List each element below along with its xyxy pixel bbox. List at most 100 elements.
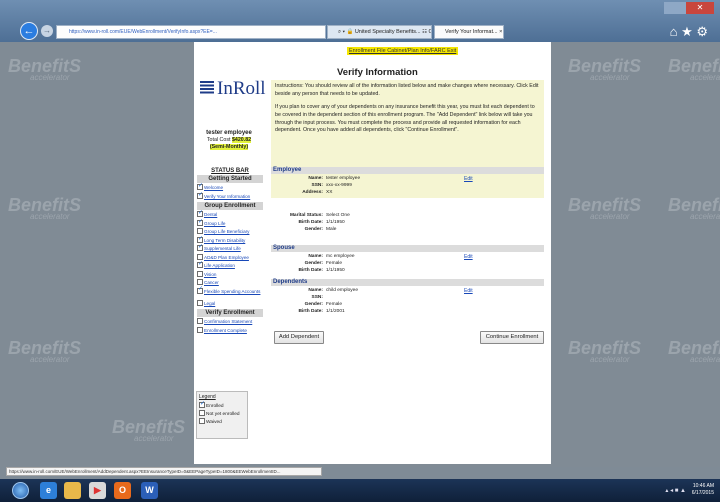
edit-dependent-link[interactable]: Edit bbox=[464, 288, 473, 294]
legend-box: Legend Enrolled Not yet enrolled Waived bbox=[196, 391, 248, 439]
checkbox-empty-icon bbox=[197, 299, 203, 306]
status-sidebar: STATUS BAR Getting Started Welcome Verif… bbox=[197, 168, 263, 335]
add-dependent-button[interactable]: Add Dependent bbox=[274, 331, 324, 344]
watermark: BenefitSaccelerator bbox=[668, 338, 720, 364]
continue-enrollment-button[interactable]: Continue Enrollment bbox=[480, 331, 544, 344]
address-bar[interactable]: https://www.in-roll.com/EUE/WebEnrollmen… bbox=[56, 25, 326, 39]
back-arrow-icon[interactable]: ← bbox=[20, 22, 38, 40]
checkbox-empty-icon bbox=[197, 318, 203, 324]
sidebar-item-group-life-beneficiary[interactable]: Group Life Beneficiary bbox=[197, 228, 263, 237]
watermark: BenefitSaccelerator bbox=[8, 56, 82, 82]
section-getting-started: Getting Started bbox=[197, 175, 263, 183]
window-close-button[interactable]: ✕ bbox=[686, 2, 714, 14]
address-controls[interactable]: ⌕ ▾ 🔒 United Specialty Benefits... ☷ C ✕ bbox=[327, 25, 432, 39]
sidebar-item-dental[interactable]: Dental bbox=[197, 210, 263, 220]
spouse-section-header: Spouse bbox=[271, 245, 544, 252]
dependent-ssn-field: SSN: bbox=[311, 295, 323, 300]
checkbox-checked-icon bbox=[197, 219, 203, 226]
employee-section-header: Employee bbox=[271, 167, 544, 174]
maximize-button[interactable] bbox=[664, 2, 686, 14]
edit-spouse-link[interactable]: Edit bbox=[464, 254, 473, 260]
browser-status-bar: https://www.in-roll.com/EUE/WebEnrollmen… bbox=[6, 467, 322, 476]
watermark: BenefitSaccelerator bbox=[8, 338, 82, 364]
checkbox-checked-icon bbox=[197, 287, 203, 294]
sidebar-item-flexible-spending[interactable]: Flexible Spending Accounts bbox=[197, 287, 263, 300]
section-group-enrollment: Group Enrollment bbox=[197, 202, 263, 210]
checkbox-empty-icon bbox=[197, 326, 203, 333]
section-verify-enrollment: Verify Enrollment bbox=[197, 309, 263, 317]
edit-employee-link[interactable]: Edit bbox=[464, 176, 473, 182]
sidebar-item-supplemental-life[interactable]: Supplemental Life bbox=[197, 244, 263, 254]
sidebar-item-enrollment-complete[interactable]: Enrollment Complete bbox=[197, 326, 263, 336]
taskbar: e ▶ O W ▴ ◂ ■ ▲ 10:46 AM 6/17/2015 bbox=[0, 479, 720, 502]
checkbox-empty-icon bbox=[197, 270, 203, 277]
spouse-birth-field: Birth Date: 1/1/1950 bbox=[298, 268, 345, 273]
sidebar-item-verify-info[interactable]: Verify Your Information bbox=[197, 192, 263, 202]
checkbox-empty-icon bbox=[197, 228, 203, 234]
dependent-birth-field: Birth Date: 1/1/2001 bbox=[298, 309, 345, 314]
start-button[interactable] bbox=[12, 482, 29, 499]
dependent-instructions-text: If you plan to cover any of your depende… bbox=[275, 104, 535, 134]
total-cost: Total Cost $420.82 (Semi-Monthly) bbox=[197, 137, 261, 151]
sidebar-item-add-plan[interactable]: AD&D Plan Employee bbox=[197, 253, 263, 263]
legend-item-not-enrolled: Not yet enrolled bbox=[199, 410, 245, 418]
checkbox-checked-icon bbox=[197, 192, 203, 199]
page-title: Verify Information bbox=[337, 67, 418, 78]
watermark: BenefitSaccelerator bbox=[568, 56, 642, 82]
sidebar-item-confirmation[interactable]: Confirmation Statement bbox=[197, 318, 263, 327]
word-icon[interactable]: W bbox=[141, 482, 158, 499]
enrollment-page: Enrollment File Cabinet/Plan Info/FARC E… bbox=[194, 42, 551, 464]
watermark: BenefitSaccelerator bbox=[568, 195, 642, 221]
tab-verify-information[interactable]: Verify Your Informat... × bbox=[434, 25, 504, 39]
sidebar-item-cancer[interactable]: Cancer bbox=[197, 279, 263, 288]
legend-item-enrolled: Enrolled bbox=[199, 401, 245, 410]
legend-item-waived: Waived bbox=[199, 418, 245, 426]
dependents-section-header: Dependents bbox=[271, 279, 544, 286]
employee-marital-field: Marital Status: Select One bbox=[289, 213, 350, 218]
checkbox-checked-icon bbox=[197, 183, 203, 190]
checkbox-empty-icon bbox=[199, 410, 205, 416]
spouse-gender-field: Gender: Female bbox=[304, 261, 342, 266]
browser-toolbar: ← → https://www.in-roll.com/EUE/WebEnrol… bbox=[0, 0, 720, 42]
sidebar-item-life-application[interactable]: Life Application bbox=[197, 261, 263, 271]
employee-name-field: Name: tester employee bbox=[308, 176, 361, 181]
clock[interactable]: 10:46 AM 6/17/2015 bbox=[692, 483, 714, 497]
employee-name: tester employee bbox=[206, 130, 252, 136]
forward-arrow-icon[interactable]: → bbox=[41, 25, 53, 37]
outlook-icon[interactable]: O bbox=[114, 482, 131, 499]
sidebar-item-group-life[interactable]: Group Life bbox=[197, 219, 263, 229]
dependent-name-field: Name: child employee bbox=[308, 288, 358, 293]
top-nav-links[interactable]: Enrollment File Cabinet/Plan Info/FARC E… bbox=[347, 47, 459, 55]
status-bar-title: STATUS BAR bbox=[211, 168, 249, 174]
employee-ssn-field: SSN: xxx-xx-9999 bbox=[311, 183, 352, 188]
tab-close-icon[interactable]: × bbox=[499, 29, 502, 35]
home-icon[interactable]: ⌂ ★ ⚙ bbox=[670, 24, 708, 40]
sidebar-item-legal[interactable]: Legal bbox=[197, 299, 263, 309]
employee-address-field: Address: XX bbox=[302, 190, 333, 195]
logo-bars-icon bbox=[200, 81, 214, 95]
checkbox-checked-icon bbox=[197, 244, 203, 251]
checkbox-empty-icon bbox=[197, 279, 203, 285]
spouse-name-field: Name: mc employee bbox=[308, 254, 355, 259]
watermark: BenefitSaccelerator bbox=[568, 338, 642, 364]
employee-gender-field: Gender: Male bbox=[304, 227, 337, 232]
dependent-gender-field: Gender: Female bbox=[304, 302, 342, 307]
sidebar-item-long-term-disability[interactable]: Long Term Disability bbox=[197, 236, 263, 246]
total-cost-value: $420.82 bbox=[231, 137, 252, 143]
inroll-logo: InRoll bbox=[200, 78, 266, 100]
sidebar-item-welcome[interactable]: Welcome bbox=[197, 183, 263, 193]
checkbox-empty-icon bbox=[197, 253, 203, 260]
total-cost-label: Total Cost bbox=[206, 137, 231, 143]
watermark: BenefitSaccelerator bbox=[112, 417, 186, 443]
sidebar-item-vision[interactable]: Vision bbox=[197, 270, 263, 280]
internet-explorer-icon[interactable]: e bbox=[40, 482, 57, 499]
checkbox-checked-icon bbox=[199, 401, 205, 408]
checkbox-checked-icon bbox=[197, 210, 203, 217]
media-player-icon[interactable]: ▶ bbox=[89, 482, 106, 499]
watermark: BenefitSaccelerator bbox=[668, 195, 720, 221]
employee-birth-field: Birth Date: 1/1/1950 bbox=[298, 220, 345, 225]
watermark: BenefitSaccelerator bbox=[668, 56, 720, 82]
file-explorer-icon[interactable] bbox=[64, 482, 81, 499]
instructions-text: Instructions: You should review all of t… bbox=[275, 83, 539, 97]
system-tray-icons[interactable]: ▴ ◂ ■ ▲ bbox=[665, 487, 686, 494]
